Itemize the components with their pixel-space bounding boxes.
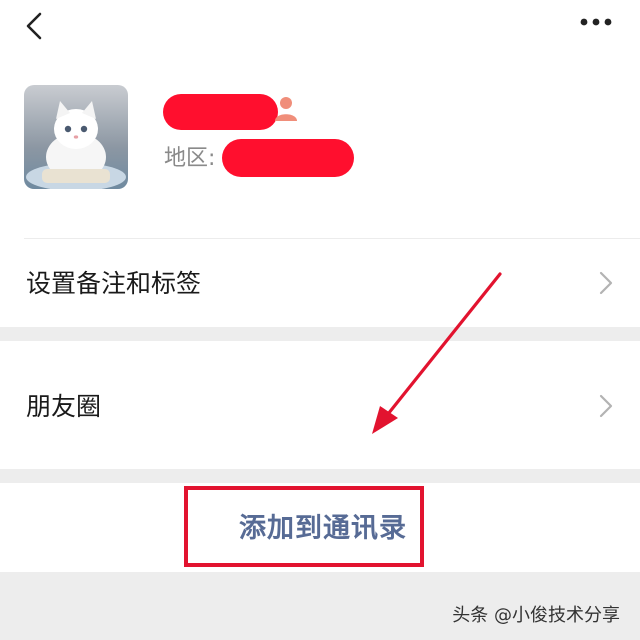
moments-row[interactable]: 朋友圈 <box>0 341 640 469</box>
section-gap <box>0 327 640 341</box>
section-gap <box>0 469 640 483</box>
name-redaction <box>163 94 278 130</box>
row-label: 设置备注和标签 <box>26 269 202 298</box>
back-chevron-icon[interactable] <box>18 8 54 44</box>
annotation-arrow-icon <box>372 272 502 434</box>
top-bar <box>0 0 640 50</box>
row-label: 朋友圈 <box>26 392 102 421</box>
kitten-avatar-icon <box>24 85 128 189</box>
annotation-highlight-box <box>184 486 424 567</box>
region-label: 地区: <box>164 146 216 171</box>
chevron-right-icon <box>599 271 613 295</box>
watermark: 头条 @小俊技术分享 <box>452 605 620 626</box>
person-icon <box>275 97 297 121</box>
set-remark-tags-row[interactable]: 设置备注和标签 <box>0 239 640 327</box>
more-horizontal-icon[interactable] <box>578 12 614 32</box>
avatar[interactable] <box>24 85 128 189</box>
chevron-right-icon <box>599 394 613 418</box>
region-redaction <box>222 139 354 177</box>
